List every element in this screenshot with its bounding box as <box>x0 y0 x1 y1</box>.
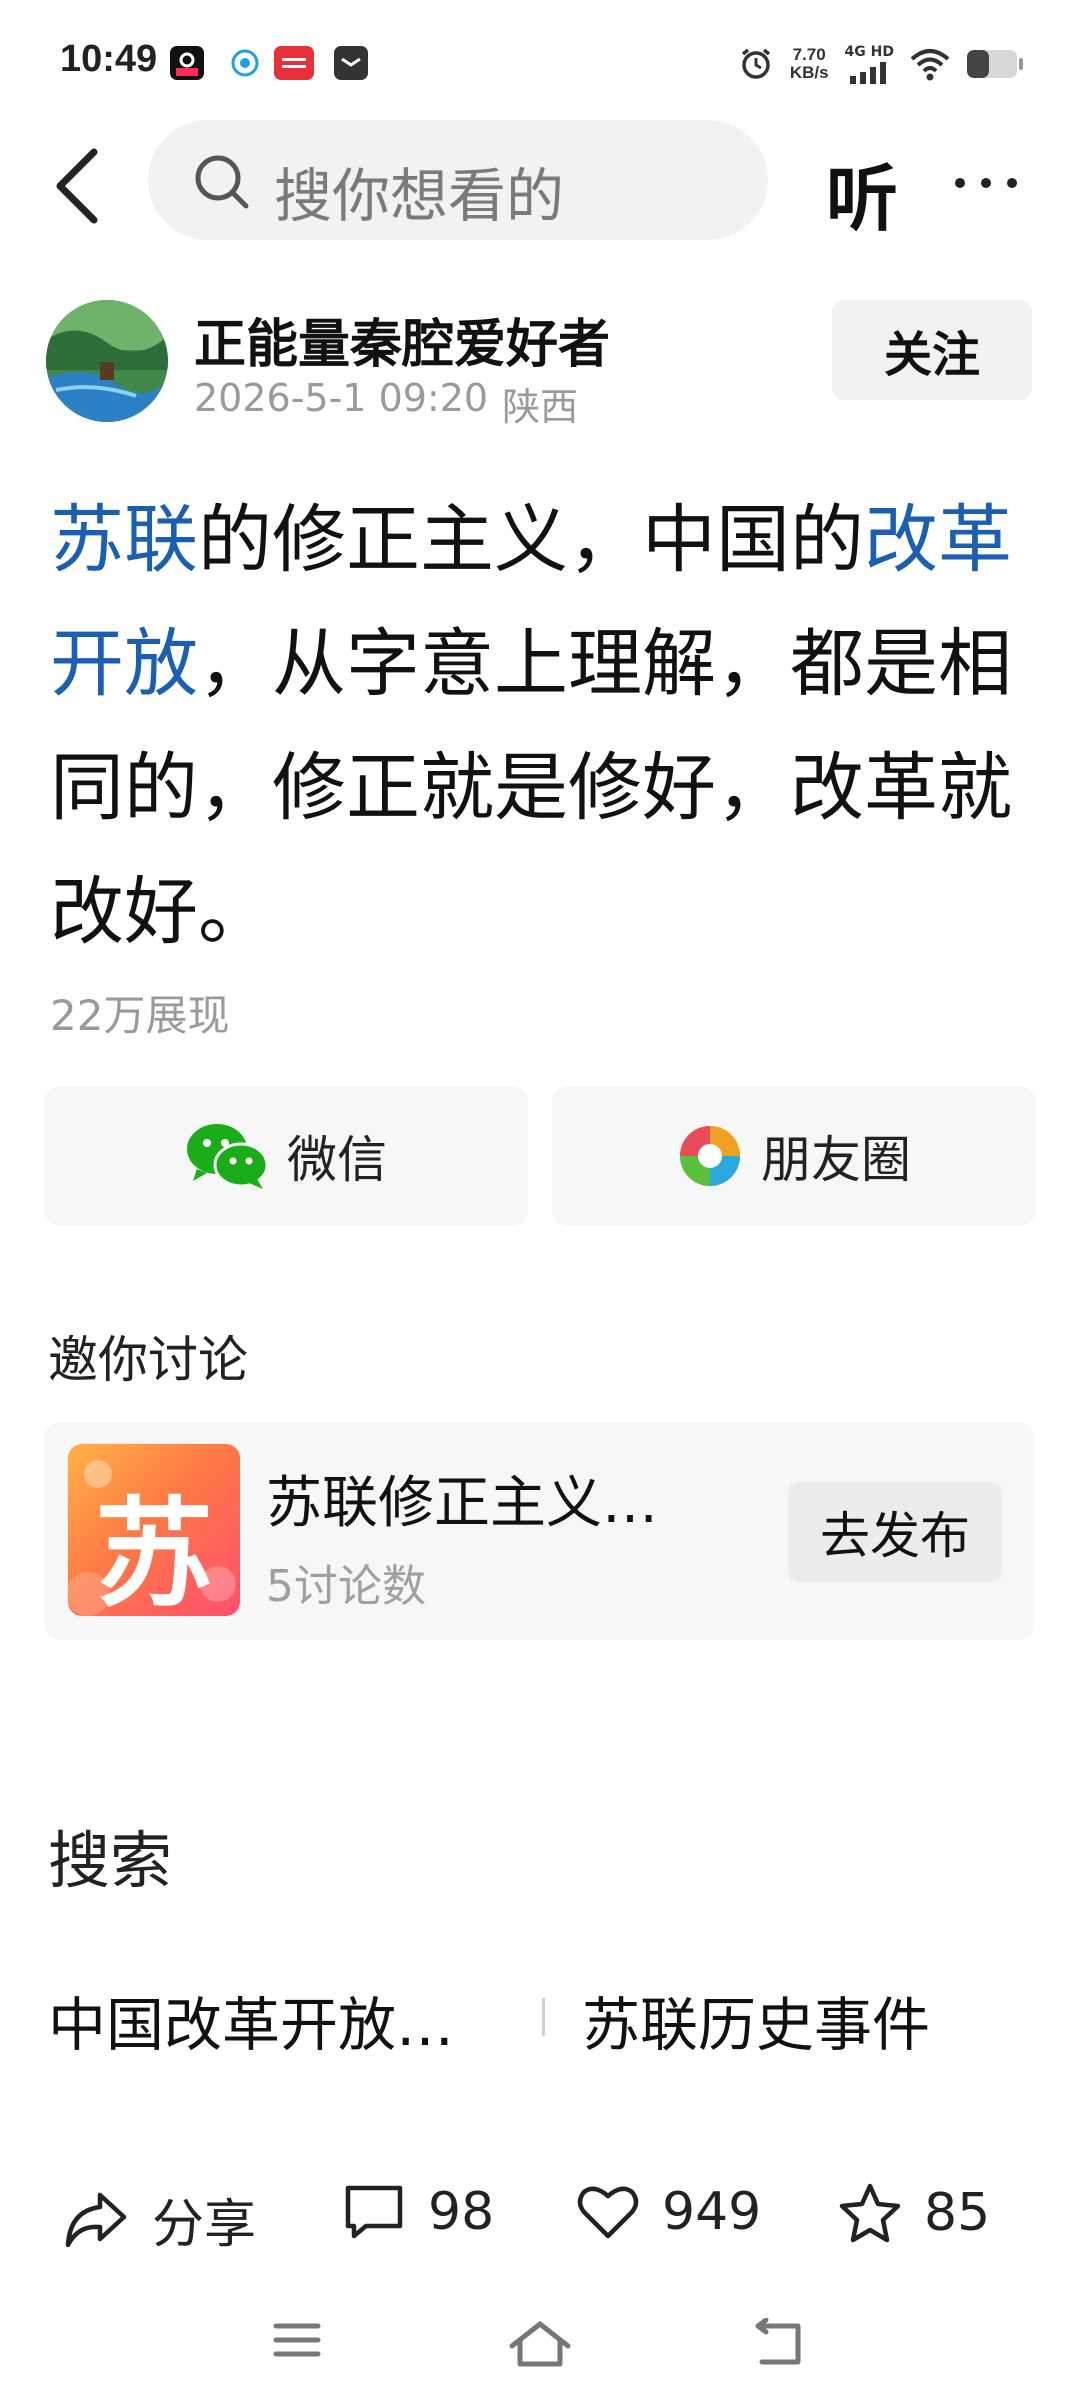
topic-thumbnail: 苏 <box>68 1444 240 1616</box>
net-speed-unit: KB/s <box>789 63 829 82</box>
more-button[interactable] <box>946 158 1026 208</box>
view-count: 22万展现 <box>50 991 230 1040</box>
share-wechat-button[interactable]: 微信 <box>44 1086 528 1226</box>
signal-bars-icon <box>850 61 887 84</box>
wechat-icon <box>187 1124 269 1189</box>
more-dot-icon <box>981 178 991 188</box>
topic-discussion-count: 5讨论数 <box>266 1561 426 1612</box>
share-moments-button[interactable]: 朋友圈 <box>552 1086 1036 1226</box>
search-divider <box>542 1998 545 2036</box>
search-icon <box>195 155 249 209</box>
discussion-section-title: 邀你讨论 <box>48 1331 248 1389</box>
like-count: 949 <box>662 2182 762 2242</box>
post-meta: 2026-5-1 09:20 陕西 <box>194 376 578 431</box>
top-nav: 搜你想看的 听 <box>0 118 1080 242</box>
post-location: 陕西 <box>502 385 579 429</box>
search-suggestion-soviet-history[interactable]: 苏联历史事件 <box>582 1978 930 2062</box>
douyin-app-icon <box>170 46 204 80</box>
return-icon <box>755 2317 801 2365</box>
topic-thumb-char: 苏 <box>94 1485 213 1616</box>
search-suggestion-reform[interactable]: 中国改革开放… <box>48 1978 454 2062</box>
network-label: 4G HD <box>844 43 894 60</box>
action-bar: 分享 98 949 85 <box>0 2168 1080 2268</box>
author-avatar[interactable] <box>46 300 168 422</box>
favorite-action[interactable]: 85 <box>838 2182 990 2244</box>
home-icon <box>509 2321 571 2367</box>
status-bar: 10:49 7.70 KB/s 4G HD <box>0 0 1080 120</box>
listen-button[interactable]: 听 <box>826 140 898 245</box>
home-key[interactable] <box>508 2318 572 2374</box>
cell-signal: 4G HD <box>845 45 894 84</box>
topic-title: 苏联修正主义… <box>266 1471 658 1536</box>
share-action-label: 分享 <box>152 2195 257 2255</box>
star-icon <box>839 2183 901 2243</box>
menu-key[interactable] <box>272 2318 322 2366</box>
search-bar[interactable]: 搜你想看的 <box>148 120 768 240</box>
moments-label: 朋友圈 <box>761 1131 911 1189</box>
share-action[interactable]: 分享 <box>62 2182 256 2257</box>
toutiao-app-icon <box>274 46 314 80</box>
search-placeholder: 搜你想看的 <box>274 162 565 230</box>
post-link-soviet[interactable]: 苏联 <box>50 497 198 583</box>
alarm-icon <box>741 48 770 79</box>
status-time: 10:49 <box>60 38 158 80</box>
post-date: 2026-5-1 09:20 <box>194 376 489 420</box>
net-speed-value: 7.70 <box>792 45 826 64</box>
heart-icon <box>577 2186 639 2239</box>
publish-button[interactable]: 去发布 <box>788 1482 1002 1582</box>
comment-action[interactable]: 98 <box>342 2182 494 2242</box>
net-speed: 7.70 KB/s <box>790 46 829 82</box>
post-text-1: 的修正主义，中国的 <box>198 497 864 583</box>
post-content: 苏联的修正主义，中国的改革开放，从字意上理解，都是相同的，修正就是修好，改革就改… <box>50 478 1040 974</box>
mobile-carrier-icon <box>228 46 262 80</box>
chevron-left-icon <box>56 148 98 224</box>
more-dot-icon <box>1007 178 1017 188</box>
comment-icon <box>345 2185 403 2239</box>
menu-icon <box>273 2323 321 2357</box>
more-dot-icon <box>955 178 965 188</box>
message-app-icon <box>334 46 368 80</box>
back-button[interactable] <box>50 146 110 226</box>
like-action[interactable]: 949 <box>576 2182 761 2242</box>
comment-count: 98 <box>428 2182 495 2242</box>
back-key[interactable] <box>752 2317 806 2372</box>
share-arrow-icon <box>65 2192 127 2247</box>
wifi-icon <box>910 49 950 81</box>
wechat-label: 微信 <box>287 1131 387 1189</box>
discussion-card[interactable]: 苏 苏联修正主义… 5讨论数 去发布 <box>44 1422 1034 1640</box>
follow-button[interactable]: 关注 <box>832 300 1032 400</box>
battery-icon <box>967 50 1023 78</box>
author-name[interactable]: 正能量秦腔爱好者 <box>194 302 610 377</box>
status-right: 7.70 KB/s 4G HD <box>738 36 1024 92</box>
search-section-title: 搜索 <box>48 1824 173 1897</box>
moments-icon <box>680 1126 740 1186</box>
system-nav-bar <box>0 2300 1080 2390</box>
favorite-count: 85 <box>924 2183 991 2243</box>
